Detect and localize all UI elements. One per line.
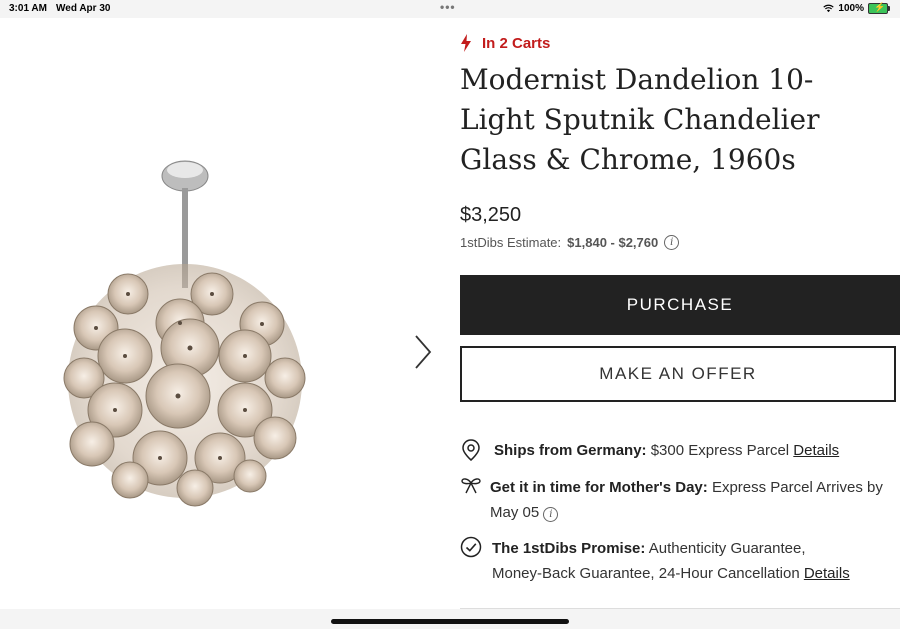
status-indicators: 100% ⚡ <box>823 2 890 14</box>
battery-percent: 100% <box>838 3 864 14</box>
multitasking-dots[interactable]: ••• <box>440 0 456 14</box>
info-icon[interactable]: i <box>543 507 559 522</box>
promise-details-link[interactable]: Details <box>804 565 850 582</box>
product-price: $3,250 <box>460 204 522 226</box>
purchase-button[interactable]: PURCHASE <box>460 275 900 335</box>
wifi-icon <box>823 4 835 13</box>
home-indicator[interactable] <box>331 619 569 624</box>
promise-text-1: Authenticity Guarantee, <box>648 540 806 557</box>
gift-label: Get it in time for Mother's Day: <box>490 479 708 496</box>
chevron-right-icon[interactable] <box>412 332 434 372</box>
estimate-label: 1stDibs Estimate: <box>460 235 562 250</box>
gift-text: Express Parcel Arrives by <box>711 479 883 496</box>
ships-price: $300 Express Parcel <box>650 442 790 459</box>
status-time: 3:01 AM <box>9 3 47 14</box>
location-pin-icon <box>462 439 480 461</box>
carts-indicator: In 2 Carts <box>460 34 550 52</box>
carts-label: In 2 Carts <box>482 34 551 52</box>
info-icon[interactable]: i <box>664 235 680 250</box>
product-title: Modernist Dandelion 10-Light Sputnik Cha… <box>460 63 820 176</box>
price-estimate: 1stDibs Estimate: $1,840 - $2,760 i <box>460 235 680 250</box>
product-details: In 2 Carts Modernist Dandelion 10-Light … <box>460 18 900 609</box>
check-circle-icon <box>460 536 482 558</box>
gift-bow-icon <box>461 478 481 494</box>
status-bar: 3:01 AM Wed Apr 30 ••• 100% ⚡ <box>0 0 900 18</box>
lightning-icon <box>461 34 471 52</box>
chandelier-image <box>63 160 306 507</box>
make-offer-button[interactable]: MAKE AN OFFER <box>460 346 896 402</box>
estimate-value: $1,840 - $2,760 <box>567 235 659 250</box>
gift-date: May 05 <box>490 504 540 521</box>
product-image-area[interactable] <box>0 18 445 609</box>
status-date: Wed Apr 30 <box>56 3 111 14</box>
ships-from-label: Ships from Germany: <box>494 442 647 459</box>
battery-icon: ⚡ <box>868 2 890 14</box>
promise-text-2: Money-Back Guarantee, 24-Hour Cancellati… <box>492 565 800 582</box>
shipping-details-link[interactable]: Details <box>793 442 839 459</box>
promise-label: The 1stDibs Promise: <box>492 540 646 557</box>
